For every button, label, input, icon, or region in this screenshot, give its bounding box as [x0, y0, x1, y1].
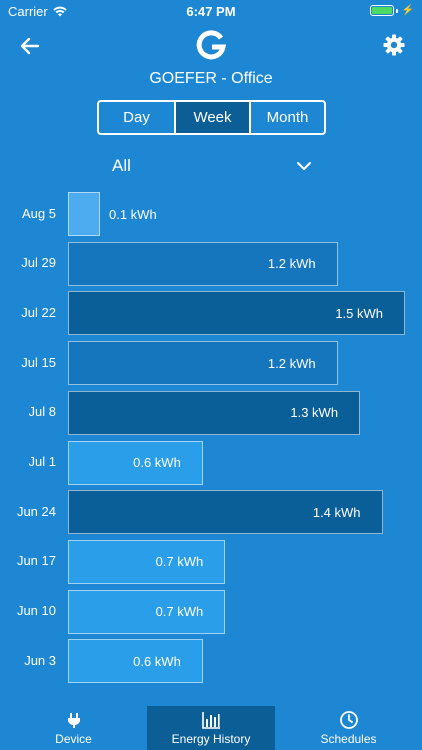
category-label: Aug 5: [22, 205, 56, 221]
chart-row: Jul 8 1.3 kWh: [0, 389, 422, 435]
bar-value-label: 0.7 kWh: [155, 604, 204, 620]
clock-icon: [339, 711, 358, 729]
charging-icon: ⚡: [401, 5, 414, 16]
bar-value-label: 1.5 kWh: [335, 305, 383, 321]
segment-month[interactable]: Month: [249, 102, 324, 133]
category-label: Jun 10: [16, 603, 56, 619]
category-label: Jun 24: [16, 503, 56, 519]
category-label: Jun 3: [24, 652, 56, 668]
status-bar: Carrier 6:47 PM ⚡: [0, 0, 422, 22]
tab-schedules-label: Schedules: [320, 732, 377, 746]
tab-energy-history[interactable]: Energy History: [147, 706, 275, 750]
period-segmented-control: Day Week Month: [97, 100, 326, 135]
chart-row: Jul 1 0.6 kWh: [0, 439, 422, 485]
category-label: Jul 8: [28, 404, 56, 420]
navigation-bar: [0, 22, 422, 66]
chart-row: Jun 3 0.6 kWh: [0, 637, 422, 684]
category-label: Jul 15: [21, 354, 56, 370]
bar-value-label: 1.4 kWh: [312, 504, 361, 520]
tab-bar: Device Energy History Schedules: [0, 706, 422, 750]
bar-value-label: 1.2 kWh: [267, 256, 316, 272]
bar-value-label: 1.2 kWh: [267, 355, 316, 371]
category-label: Jul 1: [28, 454, 56, 469]
tab-device-label: Device: [55, 732, 92, 746]
segment-week[interactable]: Week: [174, 102, 249, 133]
tab-schedules[interactable]: Schedules: [275, 706, 422, 750]
plug-icon: [67, 713, 80, 728]
category-label: Jul 29: [21, 255, 56, 271]
segment-day[interactable]: Day: [99, 102, 174, 133]
tab-energy-history-label: Energy History: [171, 732, 251, 746]
chart-row: Aug 5 0.1 kWh: [0, 190, 422, 236]
chart-row: Jul 22 1.5 kWh: [0, 289, 422, 336]
bar-value-label: 0.6 kWh: [133, 653, 181, 669]
battery-icon: ⚡: [369, 5, 414, 16]
energy-bar[interactable]: [68, 192, 100, 236]
chart-row: Jul 29 1.2 kWh: [0, 240, 422, 286]
category-label: Jun 17: [16, 553, 56, 569]
bar-value-label: 0.7 kWh: [155, 554, 204, 570]
g-logo-icon: [196, 30, 226, 60]
category-label: Jul 22: [21, 304, 56, 320]
chart-row: Jun 17 0.7 kWh: [0, 538, 422, 584]
chevron-down-icon: [297, 162, 311, 170]
back-arrow-icon[interactable]: [18, 34, 42, 58]
gear-icon[interactable]: [382, 33, 406, 57]
status-time: 6:47 PM: [186, 4, 236, 19]
energy-history-chart: Aug 5 0.1 kWh Jul 29 1.2 kWh Jul 22 1.5 kWh Ju…: [0, 190, 422, 700]
bar-value-label: 1.3 kWh: [290, 405, 339, 421]
device-title: GOEFER - Office: [149, 70, 273, 87]
chart-row: Jun 10 0.7 kWh: [0, 588, 422, 634]
chart-row: Jul 15 1.2 kWh: [0, 339, 422, 386]
chart-row: Jun 24 1.4 kWh: [0, 488, 422, 535]
filter-selected-label: All: [112, 156, 131, 175]
bar-value-label: 0.6 kWh: [133, 455, 181, 470]
bar-value-label: 0.1 kWh: [109, 206, 157, 222]
tab-device[interactable]: Device: [0, 706, 147, 750]
bar-chart-icon: [202, 712, 220, 729]
filter-dropdown[interactable]: All: [112, 152, 312, 180]
